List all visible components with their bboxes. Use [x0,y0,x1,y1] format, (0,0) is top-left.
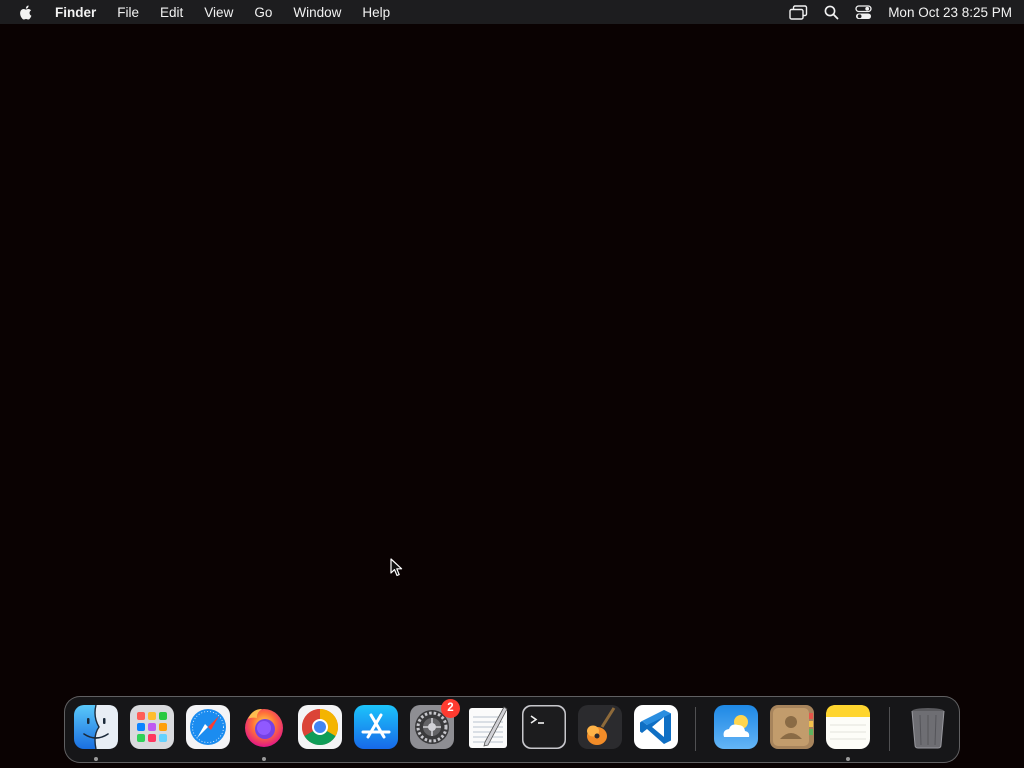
dock-item-notes[interactable] [826,705,870,749]
menu-help[interactable]: Help [362,5,390,20]
dock-item-launchpad[interactable] [130,705,174,749]
menu-go[interactable]: Go [254,5,272,20]
firefox-running-indicator [262,757,266,761]
firefox-icon [245,709,283,747]
dock-item-chrome[interactable] [298,705,342,749]
dock-item-system-settings[interactable]: 2 [410,699,460,749]
menu-bar-left: Finder File Edit View Go Window Help [18,3,411,21]
control-center-icon[interactable] [855,4,872,20]
dock-item-garageband[interactable] [578,705,622,749]
safari-icon [186,705,230,749]
dock-item-textedit[interactable] [466,705,510,749]
dock-item-app-store[interactable] [354,705,398,749]
textedit-icon [469,706,508,748]
notes-icon [826,705,870,749]
app-store-icon [354,705,398,749]
dock-separator [695,707,696,751]
terminal-icon [522,705,566,749]
finder-running-indicator [94,757,98,761]
contacts-icon [770,705,814,749]
menu-window[interactable]: Window [293,5,341,20]
screen-mirroring-icon[interactable] [789,4,808,20]
weather-icon [714,705,758,749]
dock-item-trash[interactable] [906,705,950,749]
vscode-icon [634,705,678,749]
notification-badge: 2 [441,699,460,718]
menu-app-name[interactable]: Finder [55,5,96,20]
menu-bar-right: Mon Oct 23 8:25 PM [773,5,1012,20]
dock-item-weather[interactable] [714,705,758,749]
apple-logo-icon[interactable] [18,3,34,21]
mouse-pointer-icon [390,558,403,577]
desktop[interactable] [0,24,1024,696]
finder-icon [74,705,118,749]
menu-edit[interactable]: Edit [160,5,183,20]
dock-item-contacts[interactable] [770,705,814,749]
dock-item-vscode[interactable] [634,705,678,749]
launchpad-icon [130,705,174,749]
chrome-icon [298,705,342,749]
dock-separator-trash [889,707,890,751]
menu-view[interactable]: View [204,5,233,20]
search-icon[interactable] [824,5,839,20]
notes-running-indicator [846,757,850,761]
menu-file[interactable]: File [117,5,139,20]
trash-icon [911,708,945,749]
dock-item-finder[interactable] [74,705,118,749]
dock-item-firefox[interactable] [242,705,286,749]
dock: 2 [64,696,960,763]
garageband-icon [578,705,622,749]
dock-item-terminal[interactable] [522,705,566,749]
dock-item-safari[interactable] [186,705,230,749]
menu-bar: Finder File Edit View Go Window Help Mon… [0,0,1024,24]
menu-bar-clock[interactable]: Mon Oct 23 8:25 PM [888,5,1012,20]
